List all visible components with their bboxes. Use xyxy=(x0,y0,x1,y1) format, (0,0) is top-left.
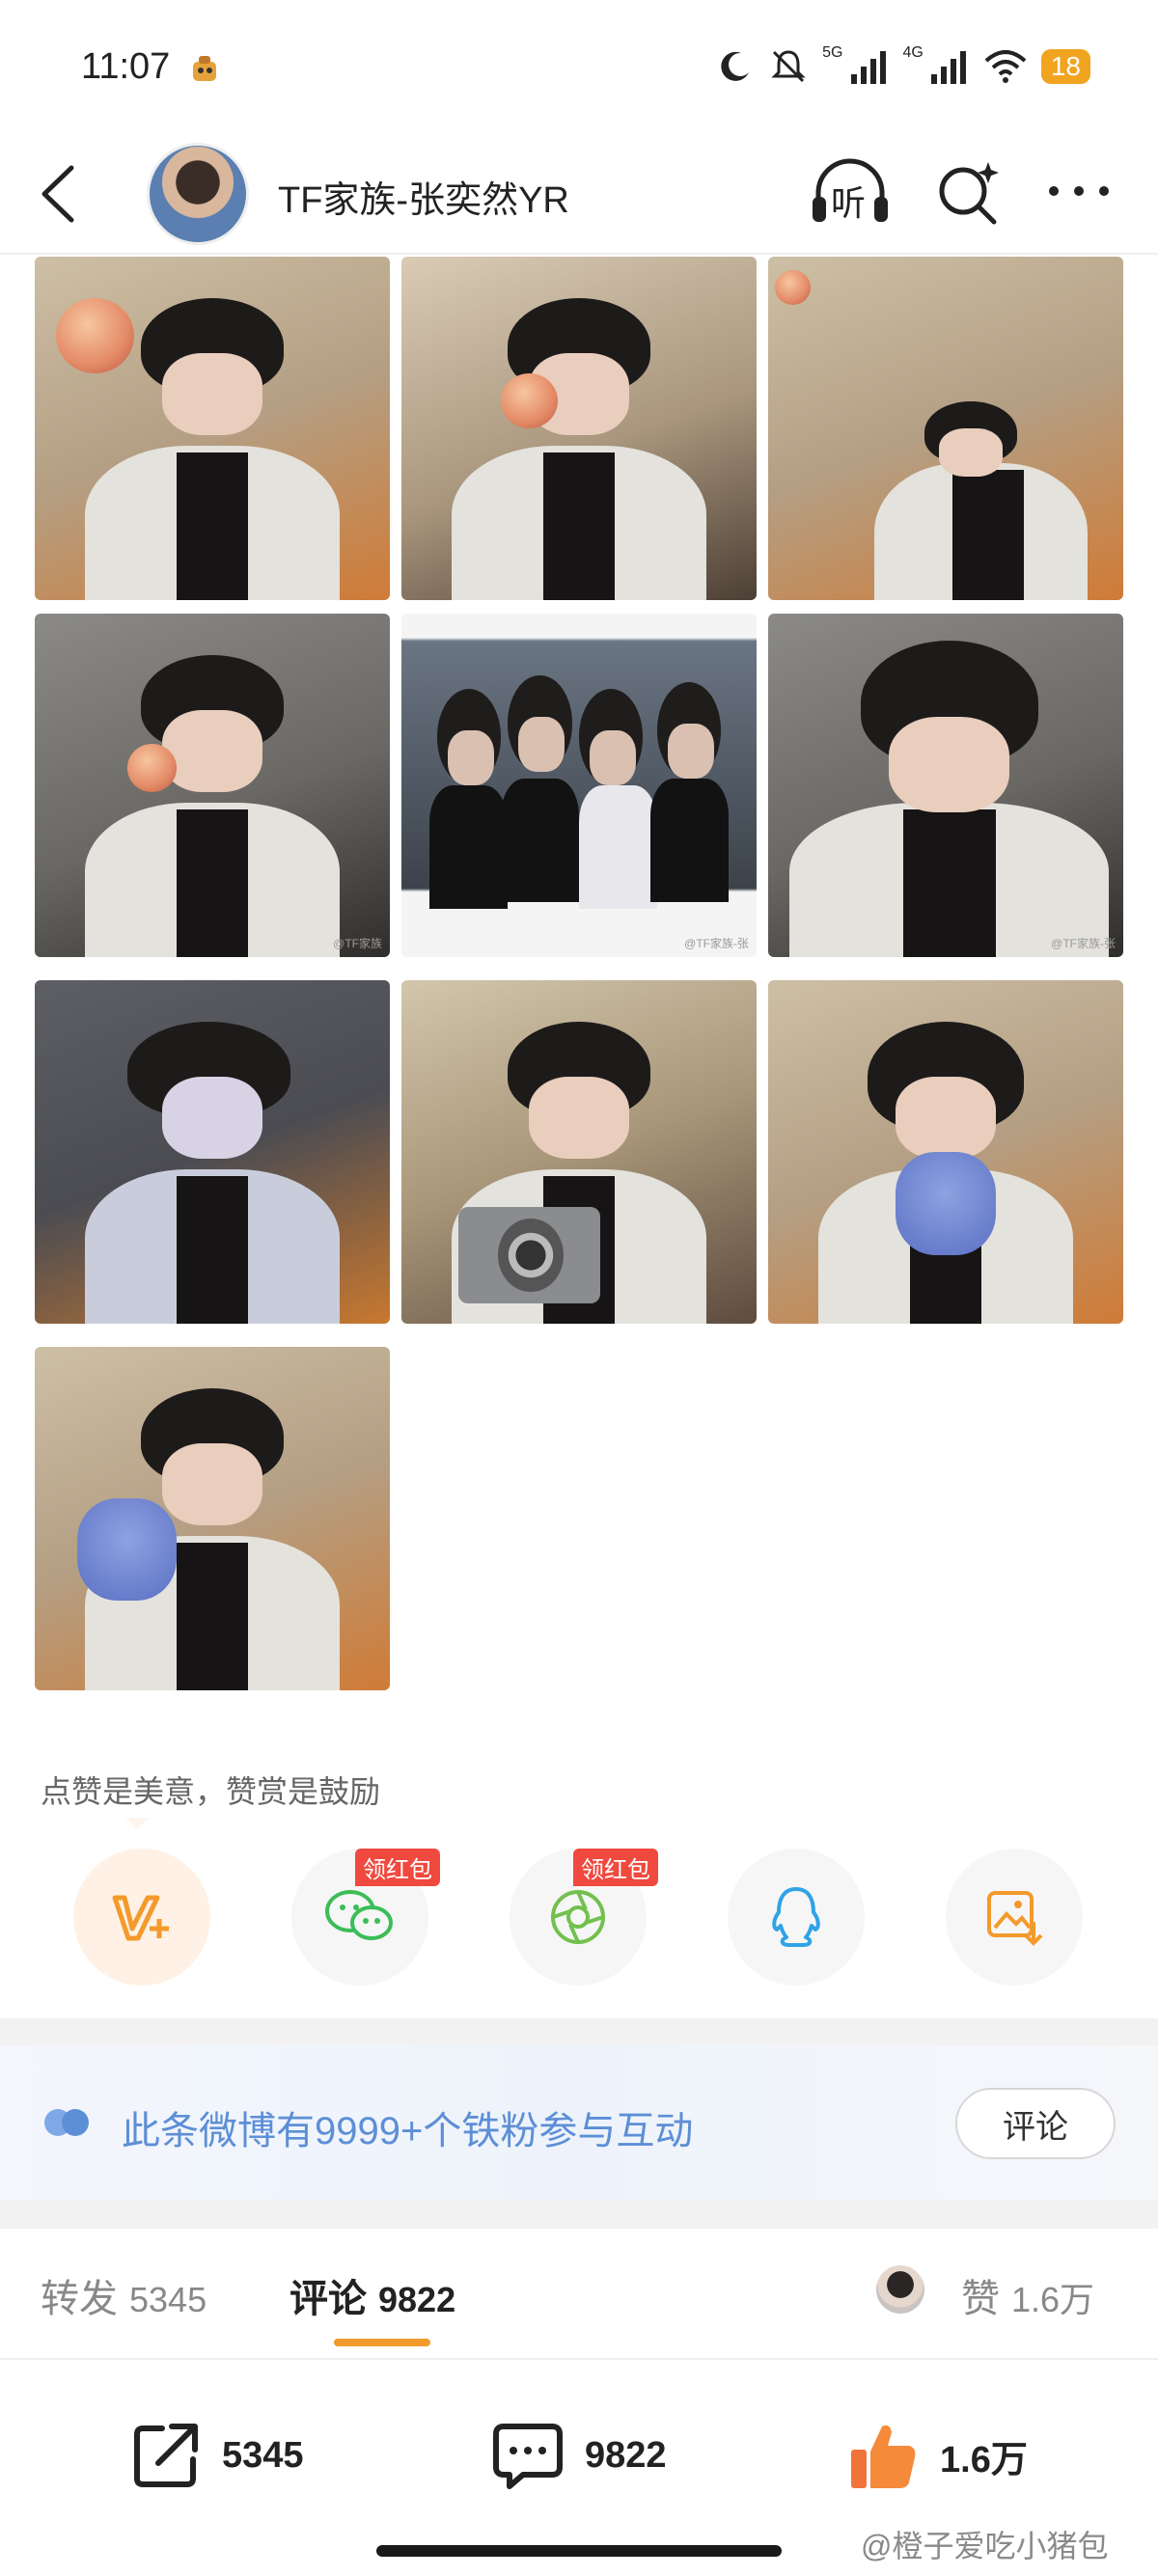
post-photo-2[interactable] xyxy=(401,257,757,600)
comment-bubble-icon xyxy=(493,2424,563,2489)
tab-like-count: 1.6万 xyxy=(1011,2280,1095,2319)
tab-repost[interactable]: 转发 5345 xyxy=(41,2267,207,2323)
photo-watermark: @TF家族-张 xyxy=(684,937,749,950)
share-vip-button[interactable] xyxy=(73,1849,210,1986)
signal-bars-icon xyxy=(850,51,886,84)
image-watermark: @橙子爱吃小猪包 xyxy=(861,2529,1109,2563)
qq-penguin-icon xyxy=(772,1887,820,1947)
photo-watermark: @TF家族-张 xyxy=(1051,937,1116,950)
liker-avatar xyxy=(876,2265,924,2314)
share-save-image-button[interactable] xyxy=(946,1849,1083,1986)
post-photo-1[interactable] xyxy=(35,257,390,600)
like-count: 1.6万 xyxy=(940,2439,1028,2480)
photo-watermark: @TF家族 xyxy=(333,937,382,950)
post-photo-10[interactable] xyxy=(35,1347,390,1690)
fan-badge-icon xyxy=(44,2109,89,2136)
tab-repost-label: 转发 xyxy=(41,2278,118,2320)
home-indicator[interactable] xyxy=(376,2545,782,2557)
fan-interaction-text: 此条微博有9999+个铁粉参与互动 xyxy=(122,2110,694,2152)
account-name[interactable]: TF家族-张奕然YR xyxy=(278,170,569,223)
repost-count: 5345 xyxy=(222,2434,304,2476)
share-arrow-icon xyxy=(134,2424,198,2487)
nav-divider xyxy=(0,253,1158,255)
listen-label: 听 xyxy=(831,183,867,223)
status-icons: 5G 4G 18 xyxy=(716,42,1090,91)
vip-plus-icon xyxy=(112,1895,169,1941)
tab-like-label: 赞 xyxy=(961,2278,1000,2320)
post-photo-4[interactable]: @TF家族 xyxy=(35,614,390,957)
save-image-icon xyxy=(987,1891,1043,1946)
status-time: 11:07 xyxy=(81,46,171,87)
tab-comment[interactable]: 评论 9822 xyxy=(290,2267,455,2323)
more-options-icon[interactable] xyxy=(1044,179,1114,203)
reward-tip-text: 点赞是美意，赞赏是鼓励 xyxy=(41,1774,381,1809)
signal-2-label: 4G xyxy=(902,44,924,61)
tab-comment-count: 9822 xyxy=(378,2280,456,2319)
comment-count: 9822 xyxy=(585,2434,667,2476)
do-not-disturb-icon xyxy=(721,51,750,81)
red-packet-badge: 领红包 xyxy=(355,1849,440,1886)
red-packet-badge: 领红包 xyxy=(573,1849,658,1886)
tabs-divider xyxy=(0,2358,1158,2360)
post-photo-9[interactable] xyxy=(768,980,1123,1324)
tip-pointer xyxy=(125,1818,149,1829)
app-notification-icon xyxy=(193,56,216,81)
back-arrow-icon[interactable] xyxy=(37,162,79,226)
account-avatar[interactable] xyxy=(147,143,249,245)
listen-button[interactable]: 听 xyxy=(809,156,892,228)
tab-like[interactable]: 赞 1.6万 xyxy=(961,2267,1094,2323)
share-qq-button[interactable] xyxy=(728,1849,865,1986)
post-photo-8[interactable] xyxy=(401,980,757,1324)
thumbs-up-icon xyxy=(851,2425,916,2488)
repost-button[interactable]: 5345 xyxy=(129,2412,304,2499)
post-photo-3[interactable] xyxy=(768,257,1123,600)
wifi-icon xyxy=(984,50,1027,83)
tab-repost-count: 5345 xyxy=(129,2280,207,2319)
comment-button[interactable]: 9822 xyxy=(490,2412,667,2499)
like-button[interactable]: 1.6万 xyxy=(847,2412,1028,2499)
section-gap xyxy=(0,2018,1158,2045)
post-photo-7[interactable] xyxy=(35,980,390,1324)
mute-bell-icon xyxy=(771,50,806,83)
tab-comment-label: 评论 xyxy=(290,2278,367,2320)
post-photo-5[interactable]: @TF家族-张 xyxy=(401,614,757,957)
moments-aperture-icon xyxy=(551,1890,605,1944)
battery-indicator: 18 xyxy=(1040,49,1090,84)
active-tab-indicator xyxy=(334,2339,430,2346)
signal-bars-icon xyxy=(930,51,966,84)
wechat-icon xyxy=(325,1890,393,1940)
signal-1-label: 5G xyxy=(822,44,843,61)
post-photo-6[interactable]: @TF家族-张 xyxy=(768,614,1123,957)
search-sparkle-icon[interactable] xyxy=(934,158,1004,228)
fan-comment-button[interactable]: 评论 xyxy=(955,2088,1116,2159)
section-gap xyxy=(0,2200,1158,2229)
